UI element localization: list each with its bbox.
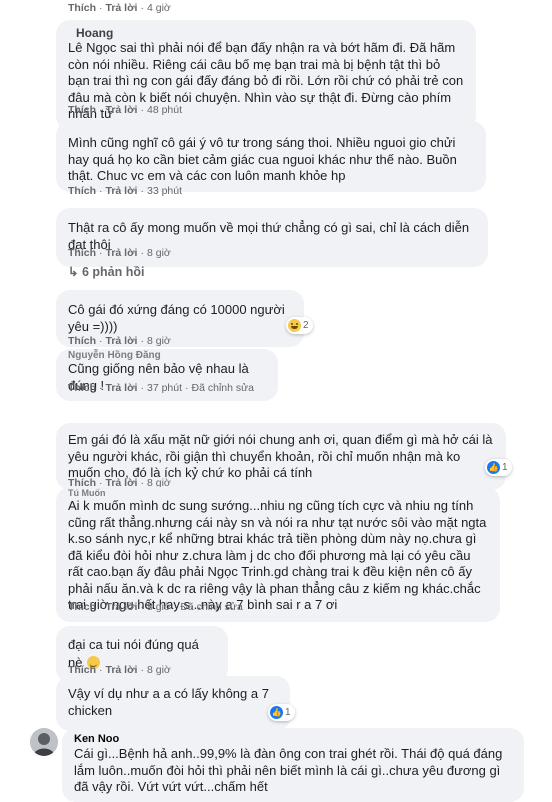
- like-link[interactable]: Thích: [68, 2, 96, 14]
- comment-actions: Thích · Trả lời · 48 phút: [68, 104, 183, 116]
- timestamp[interactable]: 33 phút: [147, 185, 182, 197]
- comment-text: Cô gái đó xứng đáng có 10000 người yêu =…: [68, 302, 285, 334]
- like-reaction-icon: 👍: [270, 706, 283, 719]
- comment-text: Mình cũng nghĩ cô gái ý vô tư trong sáng…: [68, 135, 457, 183]
- reply-arrow-icon: ↳: [68, 265, 79, 279]
- reaction-count: 1: [502, 462, 508, 473]
- comment-actions: Thích · Trả lời · 8 giờ: [68, 664, 171, 676]
- like-link[interactable]: Thích: [68, 247, 96, 259]
- comment-actions: Thích · Trả lời · 8 giờ · Đã chỉnh sửa: [68, 601, 243, 613]
- timestamp[interactable]: 8 giờ: [147, 601, 171, 613]
- reply-link[interactable]: Trả lời: [106, 601, 138, 613]
- timestamp[interactable]: 8 giờ: [147, 664, 171, 676]
- comment-author[interactable]: Nguyễn Hồng Đăng: [68, 351, 266, 361]
- comment-actions: Thích · Trả lời · 8 giờ: [68, 335, 171, 347]
- timestamp[interactable]: 4 giờ: [147, 2, 171, 14]
- comment-actions: Thích · Trả lời · 4 giờ: [68, 2, 171, 14]
- like-link[interactable]: Thích: [68, 664, 96, 676]
- view-replies-link[interactable]: ↳ 6 phản hồi: [68, 264, 144, 279]
- timestamp[interactable]: 37 phút: [147, 382, 182, 394]
- reaction-badge[interactable]: 👍 1: [485, 459, 512, 476]
- reply-link[interactable]: Trả lời: [106, 335, 138, 347]
- edited-label[interactable]: Đã chỉnh sửa: [192, 382, 254, 394]
- like-link[interactable]: Thích: [68, 335, 96, 347]
- comment-bubble: Mình cũng nghĩ cô gái ý vô tư trong sáng…: [56, 121, 486, 192]
- comment-text: Vậy ví dụ như a a có lấy không a 7 chick…: [68, 686, 269, 718]
- reply-link[interactable]: Trả lời: [106, 382, 138, 394]
- like-link[interactable]: Thích: [68, 104, 96, 116]
- reply-link[interactable]: Trả lời: [106, 2, 138, 14]
- edited-label[interactable]: Đã chỉnh sửa: [180, 601, 242, 613]
- timestamp[interactable]: 48 phút: [147, 104, 182, 116]
- like-link[interactable]: Thích: [68, 185, 96, 197]
- avatar[interactable]: [30, 728, 58, 756]
- reply-link[interactable]: Trả lời: [106, 185, 138, 197]
- timestamp[interactable]: 8 giờ: [147, 335, 171, 347]
- comment-bubble: Ken Noo Cái gì...Bệnh hả anh..99,9% là đ…: [62, 728, 524, 802]
- reply-link[interactable]: Trả lời: [106, 664, 138, 676]
- reaction-count: 1: [285, 707, 291, 718]
- reply-link[interactable]: Trả lời: [106, 104, 138, 116]
- comment-actions: Thích · Trả lời · 37 phút · Đã chỉnh sửa: [68, 382, 255, 394]
- like-reaction-icon: 👍: [487, 461, 500, 474]
- comment-text: Cái gì...Bệnh hả anh..99,9% là đàn ông c…: [74, 746, 503, 794]
- reaction-count: 2: [303, 320, 309, 331]
- replies-count: 6 phản hồi: [81, 265, 145, 279]
- comment-actions: Thích · Trả lời · 8 giờ: [68, 247, 171, 259]
- comment-author[interactable]: Tú Muốn: [68, 488, 488, 498]
- comment-author[interactable]: Hoang: [68, 26, 464, 40]
- comment-text: Em gái đó là xấu mặt nữ giới nói chung a…: [68, 432, 493, 480]
- timestamp[interactable]: 8 giờ: [147, 247, 171, 259]
- reaction-badge[interactable]: 👍 1: [268, 704, 295, 721]
- like-link[interactable]: Thích: [68, 601, 96, 613]
- comment-text: Ai k muốn mình dc sung sướng...nhiu ng c…: [68, 498, 487, 612]
- haha-reaction-icon: [288, 319, 301, 332]
- like-link[interactable]: Thích: [68, 382, 96, 394]
- comment-actions: Thích · Trả lời · 33 phút: [68, 185, 183, 197]
- user-avatar-icon: [30, 728, 58, 756]
- reply-link[interactable]: Trả lời: [106, 247, 138, 259]
- comment-bubble: Vậy ví dụ như a a có lấy không a 7 chick…: [56, 676, 290, 731]
- reaction-badge[interactable]: 2: [286, 317, 313, 334]
- comment-author[interactable]: Ken Noo: [74, 732, 512, 746]
